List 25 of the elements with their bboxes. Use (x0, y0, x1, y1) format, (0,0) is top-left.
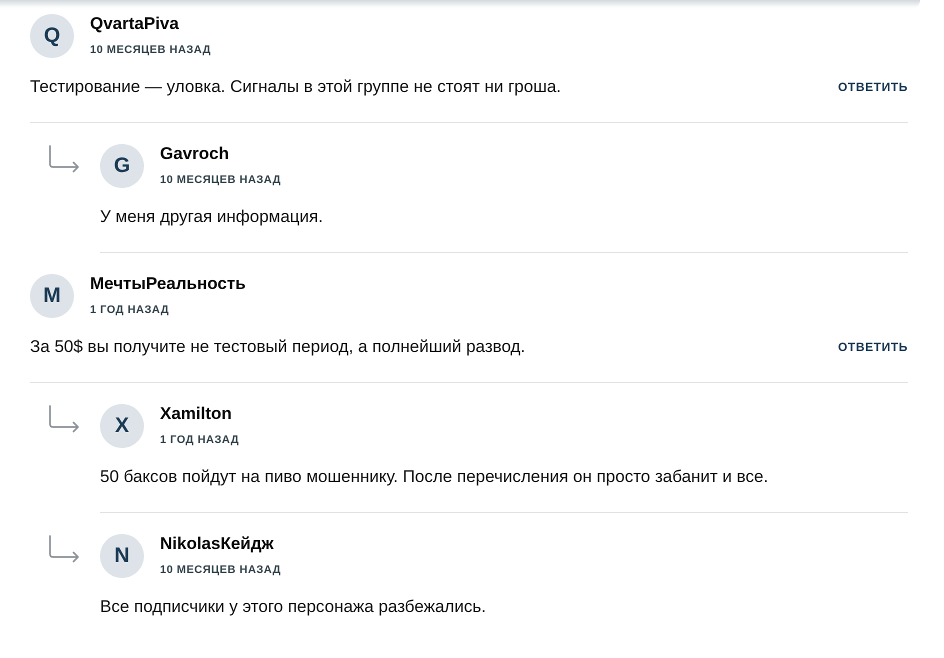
comment-time: 1 ГОД НАЗАД (160, 433, 240, 448)
comment-text: 50 баксов пойдут на пиво мошеннику. После перечисления он просто забанит и все. (100, 466, 768, 488)
author-name: QvartaPiva (90, 14, 179, 34)
author-name: МечтыРеальность (90, 274, 246, 294)
comment-time: 10 МЕСЯЦЕВ НАЗАД (160, 563, 281, 578)
author-name: NikolasКейдж (160, 534, 274, 554)
comment-text: У меня другая информация. (100, 206, 323, 228)
user-avatar: M (30, 274, 74, 318)
author-name: Gavroch (160, 144, 229, 164)
comment-text: Тестирование — уловка. Сигналы в этой группе не стоят ни гроша. (30, 76, 562, 98)
reply-arrow-icon (48, 405, 80, 433)
user-avatar: Q (30, 14, 74, 58)
comment-time: 10 МЕСЯЦЕВ НАЗАД (160, 173, 281, 188)
reply-arrow-icon (48, 535, 80, 563)
comment-text: За 50$ вы получите не тестовый период, а полнейший развод. (30, 336, 526, 358)
user-avatar: N (100, 534, 144, 578)
reply-button[interactable]: ОТВЕТИТЬ (838, 339, 908, 355)
comment-time: 10 МЕСЯЦЕВ НАЗАД (90, 43, 211, 58)
reply-arrow-icon (48, 145, 80, 173)
reply-button[interactable]: ОТВЕТИТЬ (838, 79, 908, 95)
comment-text: Все подписчики у этого персонажа разбежались. (100, 596, 486, 618)
user-avatar: X (100, 404, 144, 448)
user-avatar: G (100, 144, 144, 188)
author-name: Xamilton (160, 404, 232, 424)
comment-time: 1 ГОД НАЗАД (90, 303, 170, 318)
